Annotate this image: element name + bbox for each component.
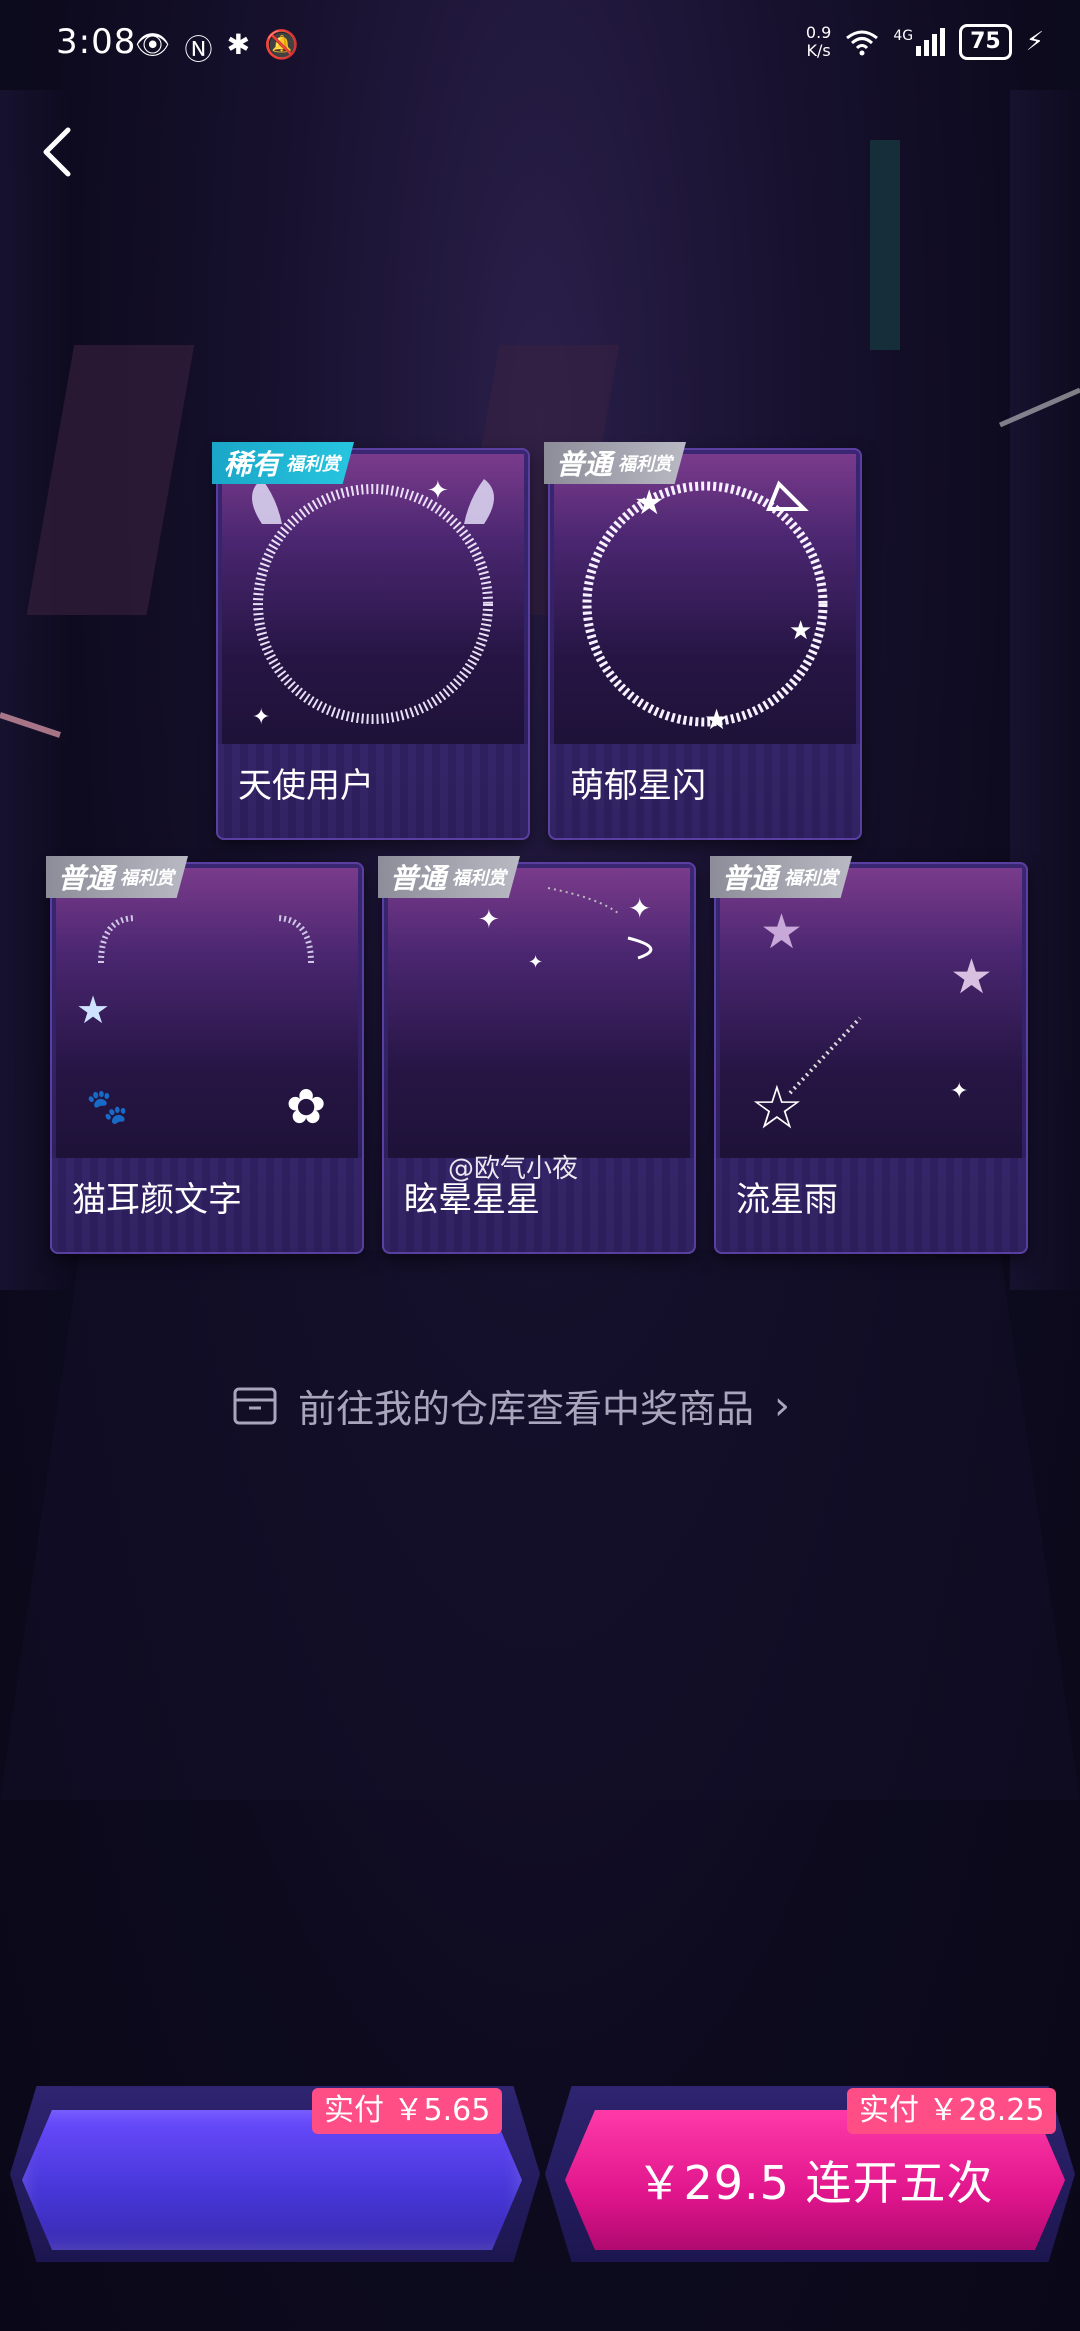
prize-card[interactable]: ★ ★ ☆ ✦ 普通 福利赏 流星雨 bbox=[710, 856, 1028, 1254]
watermark: @欧气小夜 bbox=[448, 1154, 579, 1184]
rarity-badge: 普通 福利赏 bbox=[46, 856, 189, 898]
net-speed: 0.9 K/s bbox=[806, 24, 831, 60]
svg-text:✿: ✿ bbox=[286, 1079, 326, 1135]
badge-text: 普通 bbox=[556, 448, 613, 481]
net-speed-unit: K/s bbox=[806, 41, 831, 60]
svg-text:★: ★ bbox=[76, 988, 110, 1032]
bluetooth-icon: ✱ bbox=[226, 28, 251, 61]
avatar-frame-preview: ★ ★ ★ bbox=[554, 454, 856, 744]
back-button[interactable] bbox=[28, 120, 92, 184]
mute-icon: 🔕 bbox=[264, 28, 299, 61]
badge-subtext: 福利赏 bbox=[784, 868, 839, 889]
svg-text:★: ★ bbox=[704, 703, 729, 736]
wifi-icon bbox=[846, 30, 879, 56]
avatar-frame-preview: ★ ★ ☆ ✦ bbox=[720, 868, 1022, 1158]
card-label: 萌郁星闪 bbox=[570, 766, 706, 806]
svg-text:★: ★ bbox=[789, 616, 812, 646]
nfc-icon: Ⓝ bbox=[184, 33, 213, 66]
svg-text:★: ★ bbox=[760, 904, 803, 960]
avatar-frame-preview: ✦ ✦ ✦ bbox=[388, 868, 690, 1158]
charging-icon: ⚡ bbox=[1025, 27, 1044, 57]
eye-icon: 👁 bbox=[135, 28, 171, 61]
chevron-right-icon: › bbox=[774, 1382, 791, 1429]
badge-text: 稀有 bbox=[224, 448, 281, 481]
net-speed-value: 0.9 bbox=[805, 23, 832, 42]
prize-card[interactable]: ★ ★ ★ 普通 福利赏 萌郁星闪 bbox=[544, 442, 862, 840]
card-label: 天使用户 bbox=[238, 766, 374, 806]
badge-text: 普通 bbox=[722, 862, 779, 895]
price-tag-right: 实付 ￥28.25 bbox=[847, 2088, 1057, 2134]
warehouse-link-text: 前往我的仓库查看中奖商品 bbox=[298, 1387, 755, 1431]
card-label: 流星雨 bbox=[736, 1180, 838, 1220]
status-left-icons: 👁 Ⓝ ✱ 🔕 bbox=[135, 28, 299, 68]
status-time: 3:08 bbox=[56, 22, 137, 62]
svg-text:🐾: 🐾 bbox=[86, 1087, 128, 1127]
badge-subtext: 福利赏 bbox=[618, 454, 673, 475]
rarity-badge: 普通 福利赏 bbox=[544, 442, 687, 484]
svg-text:✦: ✦ bbox=[950, 1079, 968, 1104]
avatar-frame-preview: ✦ ✦ bbox=[222, 454, 524, 744]
badge-subtext: 福利赏 bbox=[286, 454, 341, 475]
rarity-badge: 普通 福利赏 bbox=[710, 856, 853, 898]
warehouse-link[interactable]: 前往我的仓库查看中奖商品 › bbox=[232, 1378, 790, 1433]
badge-subtext: 福利赏 bbox=[120, 868, 175, 889]
svg-text:☆: ☆ bbox=[750, 1073, 804, 1143]
signal-icon: 4G bbox=[893, 28, 946, 56]
svg-text:✦: ✦ bbox=[628, 892, 651, 925]
svg-text:★: ★ bbox=[950, 949, 993, 1005]
network-type: 4G bbox=[893, 28, 914, 44]
avatar-frame-preview: ★ ✿ 🐾 bbox=[56, 868, 358, 1158]
badge-subtext: 福利赏 bbox=[452, 868, 507, 889]
prize-card[interactable]: ✦ ✦ ✦ 普通 福利赏 眩晕星星 bbox=[378, 856, 696, 1254]
rarity-badge: 稀有 福利赏 bbox=[212, 442, 355, 484]
status-bar: 3:08 👁 Ⓝ ✱ 🔕 0.9 K/s 4G 75 ⚡ bbox=[0, 0, 1080, 90]
prize-card[interactable]: ✦ ✦ 稀有 福利赏 天使用户 bbox=[212, 442, 530, 840]
battery-indicator: 75 bbox=[959, 24, 1012, 60]
price-tag-left: 实付 ￥5.65 bbox=[312, 2088, 503, 2134]
card-label: 猫耳颜文字 bbox=[72, 1180, 242, 1220]
rarity-badge: 普通 福利赏 bbox=[378, 856, 521, 898]
badge-text: 普通 bbox=[390, 862, 447, 895]
prize-card[interactable]: ★ ✿ 🐾 普通 福利赏 猫耳颜文字 bbox=[46, 856, 364, 1254]
box-icon bbox=[233, 1387, 277, 1424]
status-right-icons: 0.9 K/s 4G 75 ⚡ bbox=[806, 24, 1044, 60]
svg-text:✦: ✦ bbox=[427, 476, 449, 506]
badge-text: 普通 bbox=[58, 862, 115, 895]
svg-text:★: ★ bbox=[634, 483, 664, 523]
svg-text:✦: ✦ bbox=[528, 952, 543, 973]
svg-text:✦: ✦ bbox=[478, 905, 500, 935]
svg-text:✦: ✦ bbox=[252, 705, 270, 730]
